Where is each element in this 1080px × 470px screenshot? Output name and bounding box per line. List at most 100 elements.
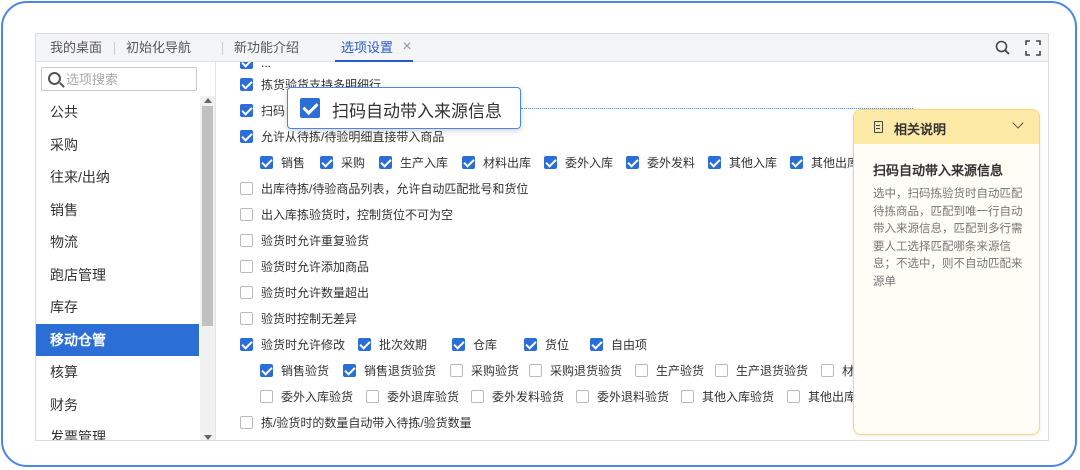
option-label: 采购验货 [471, 364, 520, 378]
option-label: 验货时允许添加商品 [261, 260, 370, 274]
sidebar-item-mobile-warehouse[interactable]: 移动仓管 [36, 323, 199, 356]
option-label: 生产验货 [656, 364, 705, 378]
option-label: 货位 [545, 338, 570, 352]
sidebar-item-finance[interactable]: 财务 [36, 389, 199, 421]
option-label: 验货时允许数量超出 [261, 286, 370, 300]
callout-label: 扫码自动带入来源信息 [332, 102, 502, 121]
close-tab-icon[interactable]: × [400, 39, 414, 55]
sidebar-item-sales[interactable]: 销售 [36, 194, 199, 226]
checkbox[interactable] [544, 156, 557, 169]
checkbox[interactable] [576, 390, 589, 403]
checkbox[interactable] [379, 156, 392, 169]
checkbox[interactable] [452, 338, 465, 351]
checkbox-checked-icon [300, 98, 320, 118]
tab-option-settings[interactable]: 选项设置 [335, 34, 414, 62]
sidebar-item-ar-ap[interactable]: 往来/出纳 [36, 161, 199, 193]
option-label: 生产入库 [400, 156, 449, 170]
option-label: 委外退库验货 [387, 390, 460, 404]
option-search-input[interactable] [66, 71, 194, 88]
sidebar-item-invoice[interactable]: 发票管理 [36, 421, 199, 440]
tab-new-features[interactable]: 新功能介绍 [221, 34, 299, 62]
help-panel-header[interactable]: 相关说明 [854, 110, 1039, 144]
fullscreen-icon[interactable] [1024, 39, 1042, 57]
option-label: 销售 [281, 156, 306, 170]
option-label: 验货时控制无差异 [261, 312, 358, 326]
help-panel-heading: 相关说明 [894, 122, 947, 137]
checkbox[interactable] [240, 104, 253, 117]
option-label: 销售验货 [281, 364, 330, 378]
option-label: 委外入库 [565, 156, 614, 170]
checkbox[interactable] [240, 286, 253, 299]
option-label: 批次效期 [379, 338, 428, 352]
option-label: 其他出库 [811, 156, 860, 170]
checkbox[interactable] [471, 390, 484, 403]
checkbox[interactable] [821, 364, 834, 377]
checkbox[interactable] [708, 156, 721, 169]
help-panel: 相关说明 扫码自动带入来源信息 选中，扫码拣验货时自动匹配待拣商品，匹配到唯一行… [853, 109, 1040, 435]
option-label: 出入库拣验货时，控制货位不可为空 [261, 208, 454, 222]
scroll-down-arrow-icon[interactable] [204, 435, 212, 440]
option-label: 其他入库 [729, 156, 778, 170]
checkbox[interactable] [260, 364, 273, 377]
checkbox[interactable] [240, 208, 253, 221]
checkbox[interactable] [462, 156, 475, 169]
checkbox[interactable] [240, 130, 253, 143]
scrollbar-thumb[interactable] [202, 106, 213, 326]
scroll-up-arrow-icon[interactable] [204, 98, 212, 103]
checkbox[interactable] [240, 182, 253, 195]
tab-option-settings-label: 选项设置 [341, 40, 394, 55]
checkbox[interactable] [240, 78, 253, 91]
sidebar-item-logistics[interactable]: 物流 [36, 226, 199, 258]
checkbox[interactable] [790, 156, 803, 169]
option-label: 仓库 [473, 338, 498, 352]
zoom-callout: 扫码自动带入来源信息 [287, 87, 521, 129]
checkbox[interactable] [366, 390, 379, 403]
option-label: 采购退货验货 [550, 364, 623, 378]
checkbox[interactable] [787, 390, 800, 403]
option-label: 委外退料验货 [597, 390, 670, 404]
sidebar-item-accounting[interactable]: 核算 [36, 356, 199, 388]
checkbox[interactable] [240, 260, 253, 273]
checkbox[interactable] [240, 234, 253, 247]
checkbox[interactable] [715, 364, 728, 377]
option-label: 采购 [341, 156, 366, 170]
checkbox[interactable] [635, 364, 648, 377]
checkbox[interactable] [358, 338, 371, 351]
checkbox[interactable] [320, 156, 333, 169]
sidebar: 公共 采购 往来/出纳 销售 物流 跑店管理 库存 移动仓管 核算 财务 发票管… [36, 62, 216, 440]
option-label: ... [261, 62, 272, 70]
option-label: 委外发料验货 [492, 390, 565, 404]
document-icon [874, 121, 883, 133]
checkbox[interactable] [240, 312, 253, 325]
tab-my-desktop[interactable]: 我的桌面 [50, 34, 102, 62]
checkbox[interactable] [450, 364, 463, 377]
option-label: 材料出库 [483, 156, 532, 170]
option-label: 验货时允许修改 [261, 338, 346, 352]
checkbox[interactable] [681, 390, 694, 403]
option-label: 生产退货验货 [736, 364, 809, 378]
checkbox[interactable] [343, 364, 356, 377]
checkbox[interactable] [524, 338, 537, 351]
screenshot-frame: 我的桌面 初始化导航 新功能介绍 选项设置 × 公共 [1, 1, 1077, 467]
checkbox[interactable] [240, 416, 253, 429]
sidebar-item-public[interactable]: 公共 [36, 96, 199, 128]
tab-init-guide[interactable]: 初始化导航 [113, 34, 191, 62]
checkbox[interactable] [240, 62, 253, 69]
sidebar-item-purchase[interactable]: 采购 [36, 129, 199, 161]
checkbox[interactable] [529, 364, 542, 377]
sidebar-item-inventory[interactable]: 库存 [36, 291, 199, 323]
option-label: 委外入库验货 [281, 390, 354, 404]
checkbox[interactable] [626, 156, 639, 169]
option-search-box[interactable] [41, 67, 197, 91]
chevron-down-icon[interactable] [1012, 117, 1024, 129]
checkbox[interactable] [590, 338, 603, 351]
option-label: 委外发料 [647, 156, 696, 170]
checkbox[interactable] [260, 390, 273, 403]
search-icon[interactable] [994, 39, 1012, 57]
checkbox[interactable] [240, 338, 253, 351]
sidebar-scrollbar[interactable] [200, 96, 215, 440]
checkbox[interactable] [260, 156, 273, 169]
option-label: 自由项 [611, 338, 648, 352]
option-label: 拣/验货时的数量自动带入待拣/验货数量 [261, 416, 472, 430]
sidebar-item-store-visit[interactable]: 跑店管理 [36, 259, 199, 291]
